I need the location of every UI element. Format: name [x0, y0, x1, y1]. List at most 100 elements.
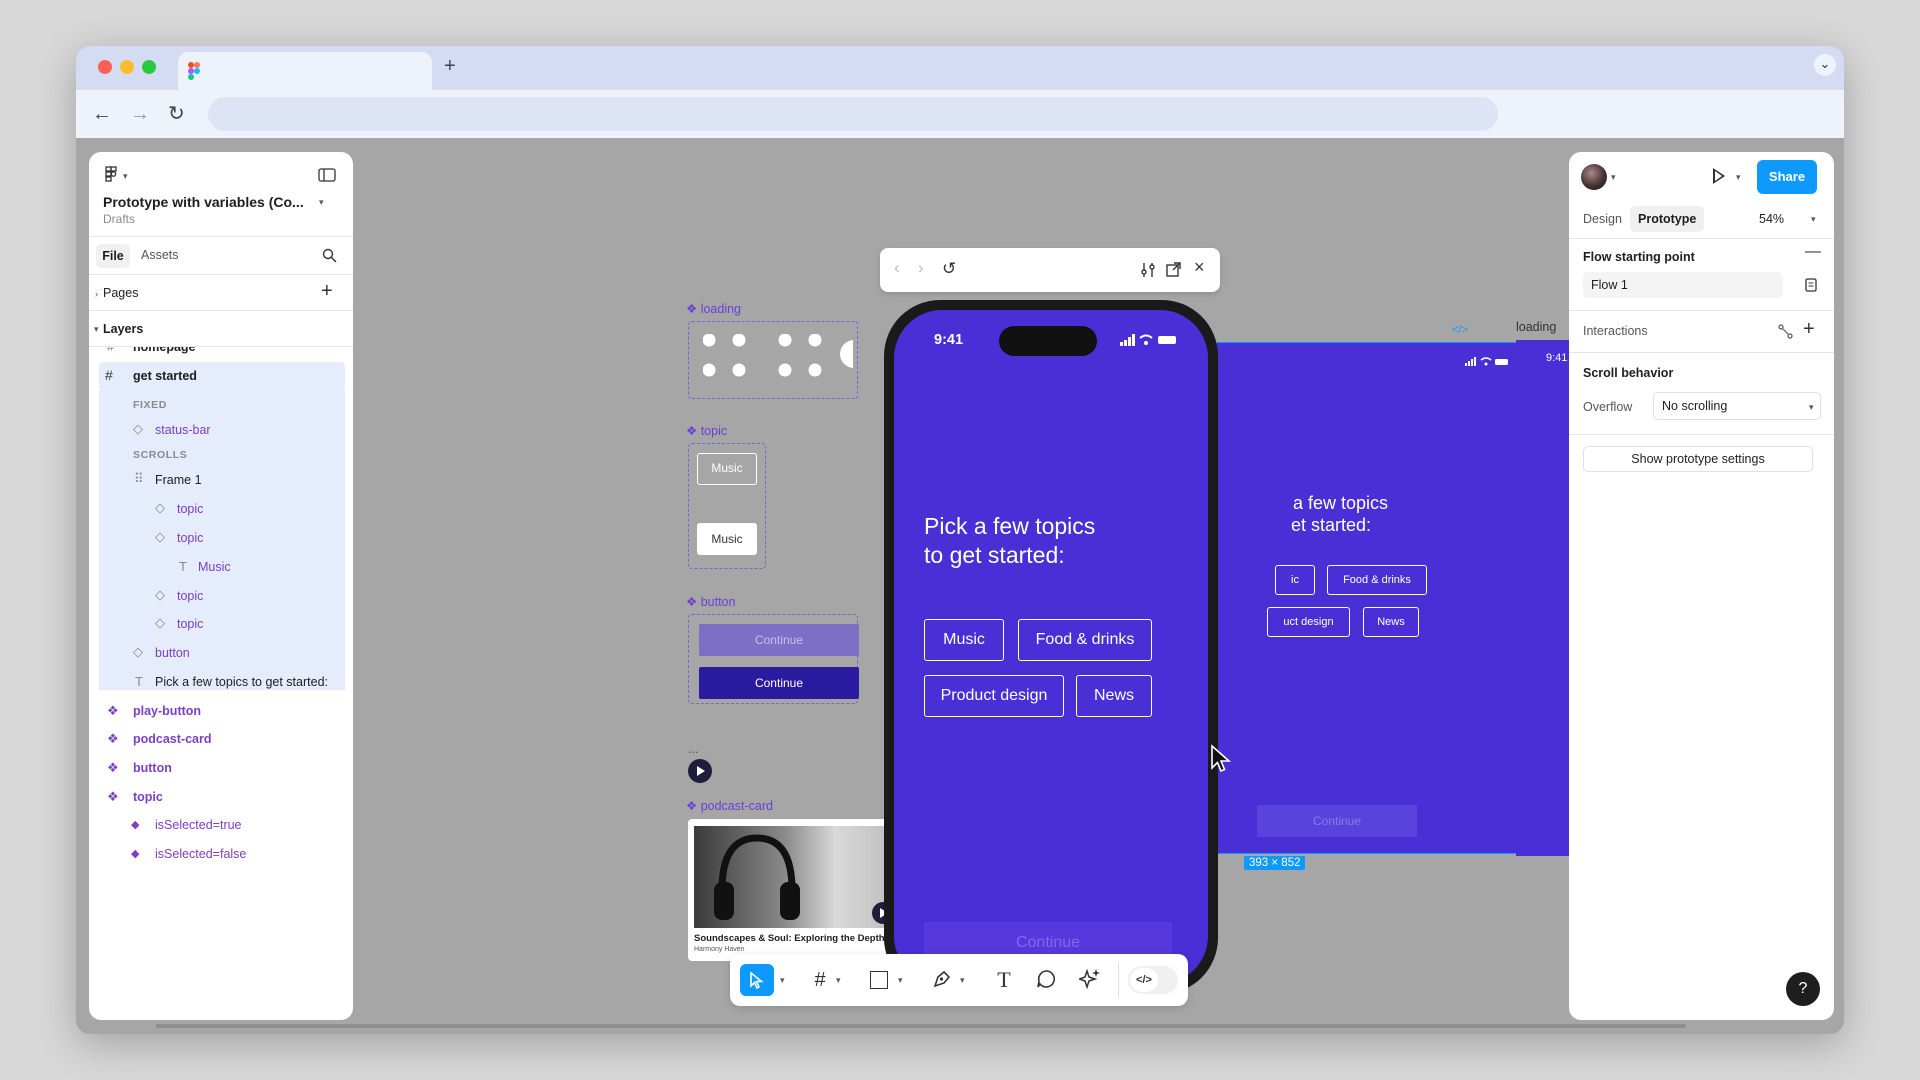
- reload-icon[interactable]: ↻: [168, 102, 185, 126]
- present-chevron-icon[interactable]: ▾: [1736, 172, 1741, 183]
- browser-tab[interactable]: [178, 52, 432, 90]
- pen-tool-icon[interactable]: [932, 969, 952, 989]
- share-button[interactable]: Share: [1757, 160, 1817, 194]
- topic-chip-unselected[interactable]: Music: [697, 453, 757, 485]
- text-tool-icon[interactable]: T: [992, 968, 1016, 992]
- divider: [89, 274, 353, 275]
- dynamic-island: [999, 326, 1097, 356]
- pages-chevron-icon[interactable]: ›: [95, 289, 98, 299]
- interactions-details-icon[interactable]: [1778, 324, 1793, 339]
- loading-frame-label-right[interactable]: loading: [1516, 320, 1556, 334]
- search-icon[interactable]: [322, 248, 337, 263]
- preview-settings-icon[interactable]: [1140, 262, 1156, 278]
- remove-flow-icon[interactable]: —: [1805, 243, 1821, 261]
- preview-forward-icon[interactable]: ›: [918, 258, 924, 278]
- tab-menu-button[interactable]: ⌄: [1814, 54, 1836, 76]
- bg-topic-chip[interactable]: Food & drinks: [1327, 565, 1427, 595]
- minimize-window-icon[interactable]: [120, 60, 134, 74]
- instance-icon: ◇: [133, 644, 143, 659]
- pen-tool-chevron-icon[interactable]: ▾: [960, 975, 965, 986]
- loading-frame[interactable]: 9:41: [1516, 340, 1569, 856]
- avatar[interactable]: [1581, 164, 1607, 190]
- preview-restart-icon[interactable]: ↺: [942, 259, 956, 279]
- new-tab-button[interactable]: +: [444, 55, 456, 78]
- show-prototype-settings-button[interactable]: Show prototype settings: [1583, 446, 1813, 472]
- loading-frame-label[interactable]: ❖ loading: [686, 301, 741, 316]
- layer-row-get-started[interactable]: # get started: [99, 362, 345, 390]
- tab-design[interactable]: Design: [1583, 212, 1622, 226]
- file-title-chevron-icon[interactable]: ▾: [319, 197, 324, 208]
- topic-chip-selected[interactable]: Music: [697, 523, 757, 555]
- move-tool[interactable]: [740, 964, 774, 996]
- layers-chevron-icon[interactable]: ▾: [94, 324, 99, 335]
- file-title[interactable]: Prototype with variables (Co...: [103, 194, 304, 210]
- shape-tool-chevron-icon[interactable]: ▾: [898, 975, 903, 986]
- avatar-chevron-icon[interactable]: ▾: [1611, 172, 1616, 183]
- frame-tool-icon[interactable]: #: [808, 968, 832, 992]
- close-preview-icon[interactable]: ×: [1194, 257, 1205, 278]
- open-in-new-tab-icon[interactable]: [1166, 262, 1181, 277]
- button-frame-label[interactable]: ❖ button: [686, 594, 735, 609]
- pages-label[interactable]: Pages: [103, 286, 138, 300]
- tab-file[interactable]: File: [96, 244, 130, 268]
- play-button-component[interactable]: [688, 759, 712, 783]
- url-input[interactable]: [208, 97, 1498, 131]
- instance-icon: ◇: [155, 529, 165, 544]
- dev-mode-toggle[interactable]: </>: [1128, 966, 1178, 994]
- comment-tool-icon[interactable]: [1036, 969, 1056, 989]
- phone-screen[interactable]: 9:41 Pick a few topics to get started: M…: [894, 310, 1208, 984]
- tab-prototype[interactable]: Prototype: [1630, 206, 1705, 232]
- menu-chevron-icon: ▾: [123, 171, 128, 181]
- sidebar-toggle-icon[interactable]: [318, 168, 336, 182]
- maximize-window-icon[interactable]: [142, 60, 156, 74]
- instance-icon: ◇: [133, 421, 143, 436]
- frame-tool-chevron-icon[interactable]: ▾: [836, 975, 841, 986]
- bg-topic-chip[interactable]: uct design: [1267, 607, 1350, 637]
- bg-topic-chip[interactable]: ic: [1275, 565, 1315, 595]
- help-button[interactable]: ?: [1786, 972, 1820, 1006]
- topic-chip-music[interactable]: Music: [924, 619, 1004, 661]
- bottom-toolbar: ▾ # ▾ ▾ ▾ T </>: [730, 954, 1188, 1006]
- zoom-chevron-icon[interactable]: ▾: [1811, 214, 1816, 225]
- back-arrow-icon[interactable]: ←: [92, 102, 112, 126]
- layer-row-homepage[interactable]: # homepage: [89, 347, 353, 355]
- move-tool-chevron-icon[interactable]: ▾: [780, 975, 785, 986]
- bg-continue-button[interactable]: Continue: [1257, 805, 1417, 837]
- add-interaction-icon[interactable]: +: [1803, 318, 1815, 341]
- layers-label[interactable]: Layers: [103, 322, 143, 336]
- tab-assets[interactable]: Assets: [141, 248, 179, 262]
- close-window-icon[interactable]: [98, 60, 112, 74]
- layers-list: # homepage # get started FIXED ◇ status-…: [89, 347, 353, 1020]
- topic-chip-food-drinks[interactable]: Food & drinks: [1018, 619, 1152, 661]
- horizontal-scrollbar[interactable]: [156, 1024, 1686, 1028]
- continue-button-disabled[interactable]: Continue: [699, 624, 859, 656]
- topic-component-set[interactable]: Music Music: [688, 443, 766, 569]
- actions-sparkle-icon[interactable]: [1079, 968, 1101, 990]
- status-bar-icons: [1120, 334, 1176, 346]
- status-bar-icons: [1465, 357, 1508, 366]
- button-component-set[interactable]: Continue Continue: [688, 614, 859, 704]
- properties-panel: ▾ ▾ Share Design Prototype 54% ▾ Flow st…: [1569, 152, 1834, 1020]
- overflow-select[interactable]: No scrolling: [1653, 392, 1821, 420]
- topic-frame-label[interactable]: ❖ topic: [686, 423, 727, 438]
- file-location[interactable]: Drafts: [103, 212, 135, 226]
- get-started-frame[interactable]: a few topics et started: ic Food & drink…: [1216, 342, 1532, 854]
- flow-name-field[interactable]: Flow 1: [1583, 272, 1783, 298]
- continue-button-enabled[interactable]: Continue: [699, 667, 859, 699]
- main-menu-icon[interactable]: [105, 166, 119, 182]
- bg-topic-chip[interactable]: News: [1363, 607, 1419, 637]
- add-page-icon[interactable]: +: [321, 280, 333, 303]
- flow-description-icon[interactable]: [1805, 278, 1817, 292]
- preview-back-icon[interactable]: ‹: [894, 258, 900, 278]
- podcast-card[interactable]: Soundscapes & Soul: Exploring the Depths…: [688, 819, 902, 961]
- topic-chip-news[interactable]: News: [1076, 675, 1152, 717]
- zoom-level[interactable]: 54%: [1759, 212, 1784, 226]
- shape-tool-icon[interactable]: [870, 971, 888, 989]
- podcast-card-frame-label[interactable]: ❖ podcast-card: [686, 798, 773, 813]
- overflow-chevron-icon[interactable]: ▾: [1809, 402, 1814, 413]
- component-icon: ❖: [107, 731, 119, 746]
- figma-canvas[interactable]: ▾ Prototype with variables (Co... ▾ Draf…: [76, 138, 1844, 1034]
- forward-arrow-icon[interactable]: →: [130, 102, 150, 126]
- topic-chip-product-design[interactable]: Product design: [924, 675, 1064, 717]
- loading-component-set[interactable]: [688, 321, 858, 399]
